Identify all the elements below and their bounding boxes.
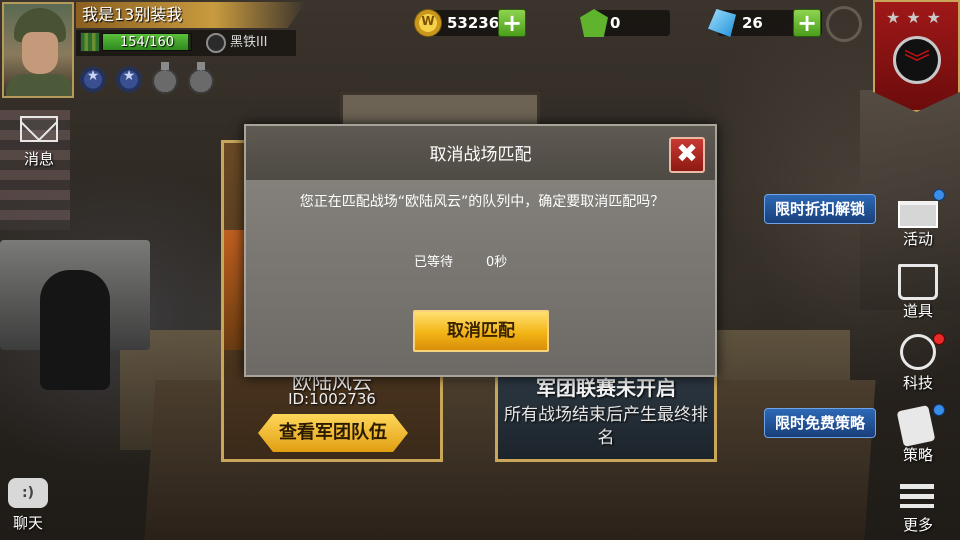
- shopping-cart-icon[interactable]: [898, 264, 938, 300]
- dialog-message: 您正在匹配战场“欧陆风云”的队列中，确定要取消匹配吗？: [299, 194, 665, 210]
- crystals-value: 26: [742, 14, 763, 32]
- dialog-title: 取消战场匹配: [429, 145, 532, 165]
- free-strategy-tag[interactable]: 限时免费策略: [764, 408, 877, 438]
- player-avatar[interactable]: [2, 2, 74, 98]
- add-crystals-button[interactable]: +: [793, 9, 821, 37]
- atom-icon[interactable]: [900, 334, 936, 370]
- rank-chevron-icon: [893, 36, 941, 84]
- medal-star-icon[interactable]: [114, 62, 144, 94]
- chat-button[interactable]: :) 聊天: [6, 478, 50, 533]
- medal-empty-icon[interactable]: [186, 62, 216, 94]
- gold-value: 53236: [447, 14, 500, 32]
- more-label: 更多: [902, 516, 933, 534]
- mail-label: 消息: [23, 150, 54, 168]
- close-icon: ✖: [676, 139, 698, 169]
- tech-label: 科技: [902, 374, 933, 392]
- rank-label: 黑铁III: [230, 35, 268, 50]
- medal-star-icon[interactable]: [78, 62, 108, 94]
- shoulders-shape: [6, 74, 72, 96]
- mail-button[interactable]: 消息: [14, 116, 64, 169]
- mail-icon: [20, 116, 58, 142]
- gems-value: 0: [610, 14, 621, 32]
- player-name: 我是13别装我: [76, 2, 306, 28]
- chat-bubble-icon: :): [8, 478, 48, 508]
- exp-text: 154/160: [119, 35, 174, 50]
- face-shape: [22, 32, 58, 74]
- cancel-match-dialog: 取消战场匹配 ✖ 您正在匹配战场“欧陆风云”的队列中，确定要取消匹配吗？ 已等待…: [244, 124, 717, 377]
- close-button[interactable]: ✖: [669, 137, 705, 173]
- strategy-label: 策略: [902, 446, 933, 464]
- gear-icon[interactable]: [826, 6, 862, 42]
- wait-value: 0秒: [486, 255, 508, 270]
- chat-label: 聊天: [12, 514, 43, 532]
- notification-dot: [933, 404, 945, 416]
- league-status-desc: 所有战场结束后产生最终排名: [504, 405, 708, 448]
- exp-bar: 154/160: [102, 33, 192, 51]
- view-team-button[interactable]: 查看军团队伍: [258, 414, 408, 452]
- items-label: 道具: [902, 302, 933, 320]
- officer-silhouette: [40, 270, 110, 390]
- rank-stars-icon: ★★★: [885, 8, 948, 27]
- discount-unlock-tag[interactable]: 限时折扣解锁: [764, 194, 877, 224]
- notification-dot: [933, 189, 945, 201]
- add-gold-button[interactable]: +: [498, 9, 526, 37]
- battlefield-id: ID:1002736: [288, 390, 376, 408]
- gold-coin-icon: [414, 9, 442, 37]
- events-label: 活动: [902, 230, 933, 248]
- medal-empty-icon[interactable]: [150, 62, 180, 94]
- level-icon: [80, 32, 100, 52]
- wait-label: 已等待: [414, 255, 454, 270]
- rank-helmet-icon: [206, 33, 226, 53]
- notification-dot: [933, 333, 945, 345]
- menu-icon[interactable]: [900, 484, 934, 508]
- cancel-match-button[interactable]: 取消匹配: [413, 310, 549, 352]
